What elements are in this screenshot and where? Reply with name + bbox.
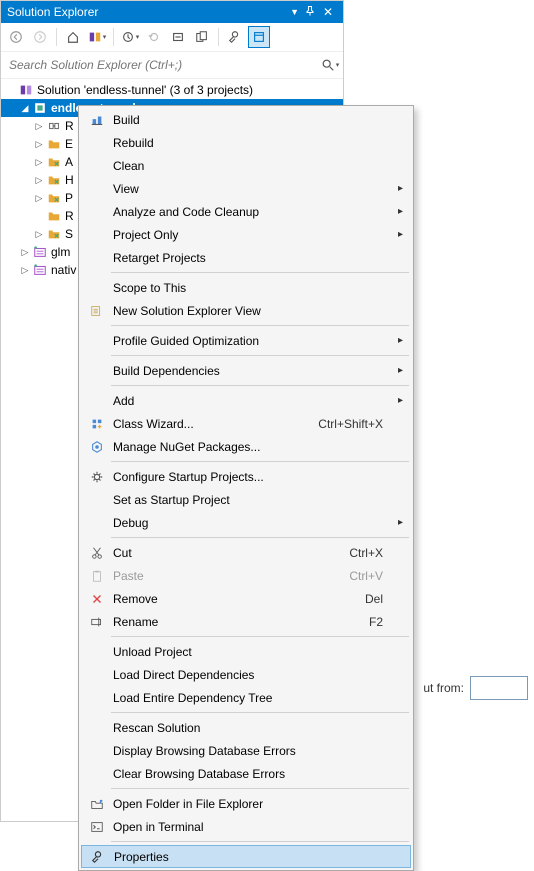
- preview-button[interactable]: [248, 26, 270, 48]
- menu-separator: [111, 788, 409, 789]
- paste-icon: [85, 569, 109, 583]
- pending-changes-button[interactable]: [119, 26, 141, 48]
- menu-separator: [111, 537, 409, 538]
- filter-icon: [45, 227, 63, 241]
- separator: [218, 28, 219, 46]
- menu-rescan[interactable]: Rescan Solution: [81, 716, 411, 739]
- window-menu-icon[interactable]: ▼: [290, 7, 299, 17]
- menu-separator: [111, 841, 409, 842]
- menu-open-terminal[interactable]: Open in Terminal: [81, 815, 411, 838]
- filter-icon: [45, 173, 63, 187]
- project-icon: [31, 263, 49, 277]
- shortcut: Ctrl+V: [349, 569, 387, 583]
- menu-retarget[interactable]: Retarget Projects: [81, 246, 411, 269]
- cut-icon: [85, 546, 109, 560]
- menu-add[interactable]: Add: [81, 389, 411, 412]
- menu-display-errors[interactable]: Display Browsing Database Errors: [81, 739, 411, 762]
- menu-clear-errors[interactable]: Clear Browsing Database Errors: [81, 762, 411, 785]
- shortcut: Ctrl+Shift+X: [318, 417, 387, 431]
- menu-separator: [111, 272, 409, 273]
- bg-input[interactable]: [470, 676, 528, 700]
- menu-paste: PasteCtrl+V: [81, 564, 411, 587]
- bg-text: ut from:: [423, 681, 464, 695]
- menu-remove[interactable]: RemoveDel: [81, 587, 411, 610]
- menu-separator: [111, 385, 409, 386]
- expander-icon[interactable]: ◢: [19, 103, 31, 114]
- menu-set-startup[interactable]: Set as Startup Project: [81, 488, 411, 511]
- menu-class-wizard[interactable]: Class Wizard...Ctrl+Shift+X: [81, 412, 411, 435]
- menu-separator: [111, 461, 409, 462]
- shortcut: F2: [369, 615, 387, 629]
- menu-rename[interactable]: RenameF2: [81, 610, 411, 633]
- pin-icon[interactable]: [301, 5, 319, 20]
- shortcut: Ctrl+X: [349, 546, 387, 560]
- menu-separator: [111, 636, 409, 637]
- filter-icon: [45, 191, 63, 205]
- terminal-icon: [85, 820, 109, 834]
- menu-load-tree[interactable]: Load Entire Dependency Tree: [81, 686, 411, 709]
- menu-build[interactable]: Build: [81, 108, 411, 131]
- menu-separator: [111, 712, 409, 713]
- shortcut: Del: [365, 592, 387, 606]
- folder-icon: [45, 209, 63, 223]
- panel-title-bar: Solution Explorer ▼ ✕: [1, 1, 343, 23]
- solution-node[interactable]: Solution 'endless-tunnel' (3 of 3 projec…: [1, 81, 343, 99]
- menu-cut[interactable]: CutCtrl+X: [81, 541, 411, 564]
- close-icon[interactable]: ✕: [319, 5, 337, 19]
- references-icon: [45, 119, 63, 133]
- switch-views-button[interactable]: [86, 26, 108, 48]
- new-view-icon: [85, 304, 109, 318]
- solution-icon: [17, 83, 35, 97]
- panel-title: Solution Explorer: [7, 5, 290, 19]
- sync-button[interactable]: [143, 26, 165, 48]
- menu-rebuild[interactable]: Rebuild: [81, 131, 411, 154]
- folder-icon: [45, 137, 63, 151]
- menu-configure-startup[interactable]: Configure Startup Projects...: [81, 465, 411, 488]
- menu-load-direct[interactable]: Load Direct Dependencies: [81, 663, 411, 686]
- menu-new-view[interactable]: New Solution Explorer View: [81, 299, 411, 322]
- home-button[interactable]: [62, 26, 84, 48]
- rename-icon: [85, 615, 109, 629]
- menu-unload[interactable]: Unload Project: [81, 640, 411, 663]
- menu-separator: [111, 325, 409, 326]
- search-row: ▾: [1, 52, 343, 79]
- menu-open-folder[interactable]: Open Folder in File Explorer: [81, 792, 411, 815]
- menu-nuget[interactable]: Manage NuGet Packages...: [81, 435, 411, 458]
- menu-clean[interactable]: Clean: [81, 154, 411, 177]
- build-icon: [85, 113, 109, 127]
- context-menu: Build Rebuild Clean View Analyze and Cod…: [78, 105, 414, 871]
- nuget-icon: [85, 440, 109, 454]
- menu-view[interactable]: View: [81, 177, 411, 200]
- menu-debug[interactable]: Debug: [81, 511, 411, 534]
- gear-icon: [85, 470, 109, 484]
- separator: [56, 28, 57, 46]
- separator: [113, 28, 114, 46]
- solution-label: Solution 'endless-tunnel' (3 of 3 projec…: [35, 83, 253, 97]
- search-icon[interactable]: ▾: [317, 58, 343, 72]
- open-folder-icon: [85, 797, 109, 811]
- remove-icon: [85, 592, 109, 606]
- background-label: ut from:: [423, 676, 528, 700]
- menu-properties[interactable]: Properties: [81, 845, 411, 868]
- menu-build-deps[interactable]: Build Dependencies: [81, 359, 411, 382]
- toolbar: [1, 23, 343, 52]
- menu-project-only[interactable]: Project Only: [81, 223, 411, 246]
- menu-analyze[interactable]: Analyze and Code Cleanup: [81, 200, 411, 223]
- properties-button[interactable]: [224, 26, 246, 48]
- search-input[interactable]: [1, 52, 317, 78]
- wrench-icon: [86, 850, 110, 864]
- class-wizard-icon: [85, 417, 109, 431]
- show-all-button[interactable]: [191, 26, 213, 48]
- menu-scope[interactable]: Scope to This: [81, 276, 411, 299]
- forward-button[interactable]: [29, 26, 51, 48]
- menu-pgo[interactable]: Profile Guided Optimization: [81, 329, 411, 352]
- filter-icon: [45, 155, 63, 169]
- menu-separator: [111, 355, 409, 356]
- project-icon: [31, 245, 49, 259]
- collapse-button[interactable]: [167, 26, 189, 48]
- back-button[interactable]: [5, 26, 27, 48]
- project-icon: [31, 101, 49, 115]
